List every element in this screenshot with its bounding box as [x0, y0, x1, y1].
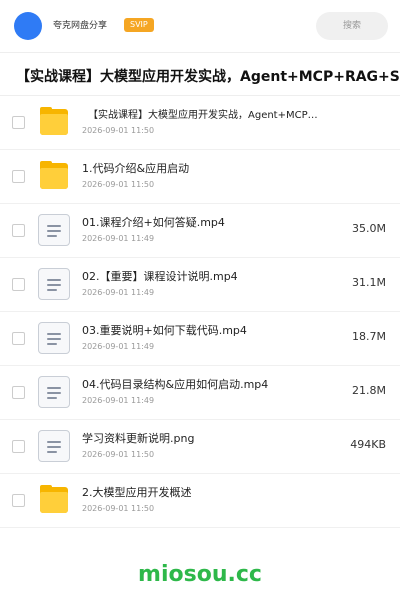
file-name: 【实战课程】大模型应用开发实战，Agent+MCP…	[88, 110, 318, 121]
list-item[interactable]: 04.代码目录结构&应用如何启动.mp4 2026-09-01 11:49 21…	[0, 366, 400, 420]
file-size: 31.1M	[352, 276, 386, 289]
list-item[interactable]: 03.重要说明+如何下载代码.mp4 2026-09-01 11:49 18.7…	[0, 312, 400, 366]
list-item[interactable]: 1.代码介绍&应用启动 2026-09-01 11:50	[0, 150, 400, 204]
file-name: 04.代码目录结构&应用如何启动.mp4	[82, 378, 269, 391]
row-checkbox[interactable]	[12, 440, 25, 453]
file-date: 2026-09-01 11:50	[82, 504, 155, 513]
watermark: miosou.cc	[138, 562, 262, 587]
row-checkbox[interactable]	[12, 170, 25, 183]
file-size: 18.7M	[352, 330, 386, 343]
file-name: 2.大模型应用开发概述	[82, 486, 192, 499]
svip-badge: SVIP	[124, 18, 154, 32]
file-name: 02.【重要】课程设计说明.mp4	[82, 270, 238, 283]
file-name: 1.代码介绍&应用启动	[82, 162, 190, 175]
document-icon	[38, 430, 70, 462]
avatar[interactable]	[14, 12, 42, 40]
document-icon	[38, 322, 70, 354]
file-date: 2026-09-01 11:49	[82, 288, 155, 297]
list-item[interactable]: 学习资料更新说明.png 2026-09-01 11:50 494KB	[0, 420, 400, 474]
list-item[interactable]: 【实战课程】大模型应用开发实战，Agent+MCP… 2026-09-01 11…	[0, 96, 400, 150]
row-checkbox[interactable]	[12, 116, 25, 129]
file-size: 21.8M	[352, 384, 386, 397]
file-date: 2026-09-01 11:49	[82, 342, 155, 351]
folder-icon	[38, 484, 70, 516]
row-checkbox[interactable]	[12, 224, 25, 237]
search-button[interactable]: 搜索	[316, 12, 388, 40]
folder-icon	[38, 160, 70, 192]
share-name: 夸克网盘分享	[53, 21, 108, 31]
file-date: 2026-09-01 11:49	[82, 396, 155, 405]
row-checkbox[interactable]	[12, 278, 25, 291]
list-item[interactable]: 2.大模型应用开发概述 2026-09-01 11:50	[0, 474, 400, 528]
header: 夸克网盘分享 SVIP 搜索	[0, 0, 400, 52]
file-date: 2026-09-01 11:50	[82, 180, 155, 189]
file-name: 03.重要说明+如何下载代码.mp4	[82, 324, 247, 337]
file-name: 学习资料更新说明.png	[82, 432, 195, 445]
list-item[interactable]: 02.【重要】课程设计说明.mp4 2026-09-01 11:49 31.1M	[0, 258, 400, 312]
file-date: 2026-09-01 11:50	[82, 126, 155, 135]
document-icon	[38, 268, 70, 300]
page-title: 【实战课程】大模型应用开发实战，Agent+MCP+RAG+S	[16, 69, 400, 85]
title-bar: 【实战课程】大模型应用开发实战，Agent+MCP+RAG+S	[0, 52, 400, 96]
document-icon	[38, 214, 70, 246]
file-size: 494KB	[350, 438, 386, 451]
row-checkbox[interactable]	[12, 332, 25, 345]
document-icon	[38, 376, 70, 408]
file-date: 2026-09-01 11:49	[82, 234, 155, 243]
list-item[interactable]: 01.课程介绍+如何答疑.mp4 2026-09-01 11:49 35.0M	[0, 204, 400, 258]
folder-icon	[38, 106, 70, 138]
file-name: 01.课程介绍+如何答疑.mp4	[82, 216, 225, 229]
row-checkbox[interactable]	[12, 386, 25, 399]
file-date: 2026-09-01 11:50	[82, 450, 155, 459]
file-list: 【实战课程】大模型应用开发实战，Agent+MCP… 2026-09-01 11…	[0, 96, 400, 528]
file-size: 35.0M	[352, 222, 386, 235]
row-checkbox[interactable]	[12, 494, 25, 507]
